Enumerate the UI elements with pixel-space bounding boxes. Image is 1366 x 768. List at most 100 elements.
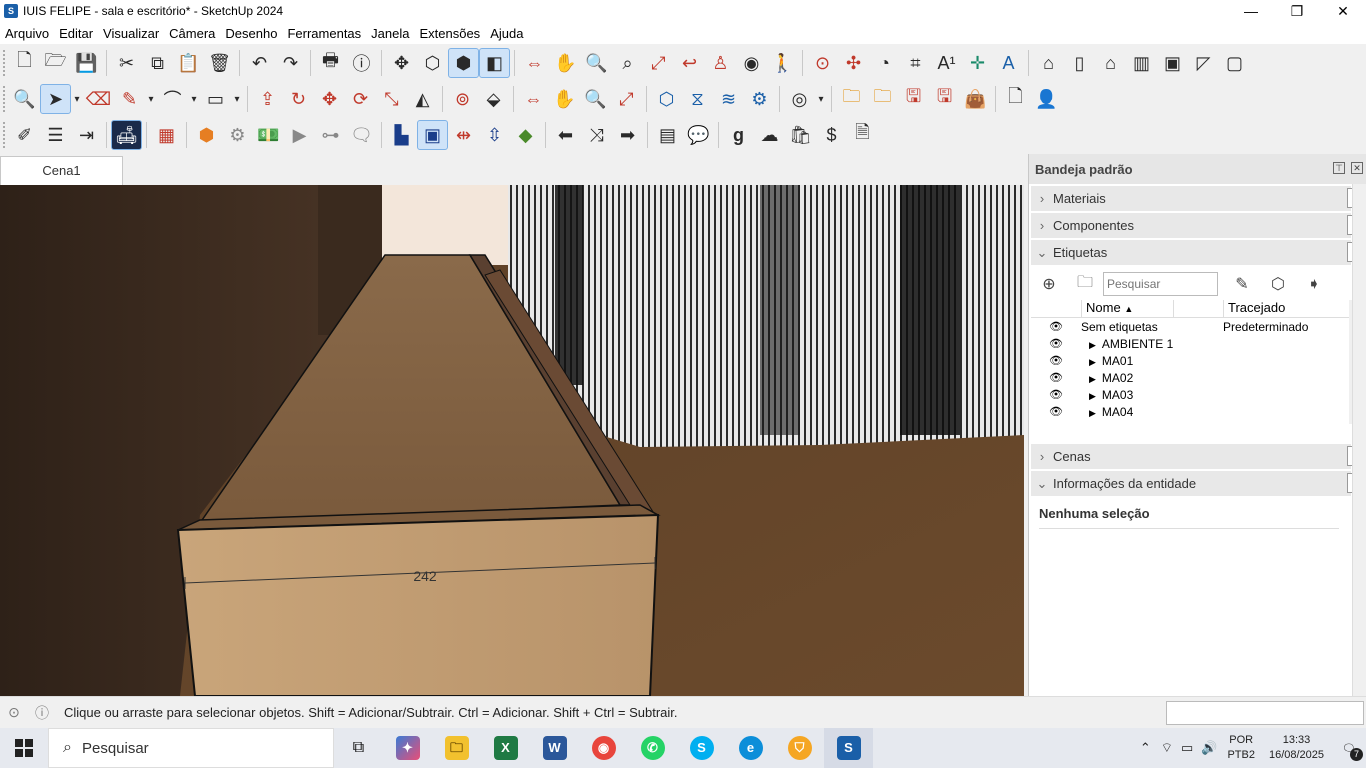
tree-diagram-icon[interactable]: ⊶	[315, 120, 346, 150]
copilot-icon[interactable]: ✦	[383, 728, 432, 768]
tag-row[interactable]: 👁 ▶ MA02	[1031, 369, 1363, 386]
rotate-icon[interactable]: ⟳	[345, 84, 376, 114]
align-center-icon[interactable]: ▣	[417, 120, 448, 150]
arc-icon[interactable]: ⌒	[157, 84, 188, 114]
outer-shell-icon[interactable]: ⬡	[651, 84, 682, 114]
panel-info-entidade[interactable]: ⌄ Informações da entidade ✕	[1031, 471, 1366, 496]
new-file-icon[interactable]: 🗋	[9, 48, 40, 78]
toolbar-grip[interactable]	[3, 122, 6, 148]
shopping-bag-icon[interactable]: 🛍	[785, 120, 816, 150]
tag-trace[interactable]: Predeterminado	[1223, 320, 1323, 334]
menu-editar[interactable]: Editar	[54, 26, 98, 41]
dollar-icon[interactable]: $	[816, 120, 847, 150]
panel-etiquetas[interactable]: ⌄ Etiquetas ✕	[1031, 240, 1366, 265]
menu-ferramentas[interactable]: Ferramentas	[282, 26, 366, 41]
tray-close-icon[interactable]: ✕	[1351, 162, 1363, 174]
geolocation-icon[interactable]: ⊙	[0, 704, 28, 721]
distribute-h-icon[interactable]: ⇹	[448, 120, 479, 150]
menu-arquivo[interactable]: Arquivo	[0, 26, 54, 41]
view-right-house-icon[interactable]: ▥	[1126, 48, 1157, 78]
copy-icon[interactable]: ⧉	[142, 48, 173, 78]
eye-icon[interactable]: 👁	[1031, 320, 1081, 333]
tag-search-input[interactable]	[1103, 272, 1218, 296]
network-icon[interactable]: ⌔	[1157, 740, 1177, 756]
align-left-icon[interactable]: ▙	[386, 120, 417, 150]
flip-icon[interactable]: ◭	[407, 84, 438, 114]
zoom-extents-icon[interactable]: ⤢	[643, 48, 674, 78]
language-indicator[interactable]: POR PTB2	[1221, 733, 1261, 763]
ext-list-icon[interactable]: ☰	[40, 120, 71, 150]
menu-extensoes[interactable]: Extensões	[414, 26, 485, 41]
menu-camera[interactable]: Câmera	[164, 26, 220, 41]
chrome-icon[interactable]: ◉	[579, 728, 628, 768]
zoom-tool-icon[interactable]: 🔍	[9, 84, 40, 114]
axes-tool-icon[interactable]: ✛	[962, 48, 993, 78]
cut-icon[interactable]: ✂	[111, 48, 142, 78]
eye-icon[interactable]: 👁	[1031, 388, 1081, 401]
front-view-icon[interactable]: ◧	[479, 48, 510, 78]
g-logo-icon[interactable]: g	[723, 120, 754, 150]
maximize-button[interactable]: ❐	[1274, 0, 1320, 22]
top-view-icon[interactable]: ⬢	[448, 48, 479, 78]
3d-text-icon[interactable]: A	[993, 48, 1024, 78]
tag-row[interactable]: 👁 ▶ MA04	[1031, 403, 1363, 420]
push-pull-icon[interactable]: ⇪	[252, 84, 283, 114]
select-arrow-icon[interactable]: ➤	[40, 84, 71, 114]
col-name-header[interactable]: Nome ▲	[1081, 300, 1173, 317]
hand-tool-icon[interactable]: ✋	[549, 84, 580, 114]
previous-view-icon[interactable]: ↩	[674, 48, 705, 78]
cloud-icon[interactable]: ☁	[754, 120, 785, 150]
furniture-sofa-icon[interactable]: 🛋	[111, 120, 142, 150]
close-button[interactable]: ✕	[1320, 0, 1366, 22]
battery-icon[interactable]: ▭	[1177, 740, 1197, 756]
add-tag-folder-icon[interactable]: 🗀	[1067, 271, 1103, 298]
tape-measure-icon[interactable]: ⊚	[447, 84, 478, 114]
color-by-tag-icon[interactable]: ⬡	[1260, 274, 1296, 294]
document-icon[interactable]: 🗎	[847, 120, 878, 150]
eraser-icon[interactable]: ⌫	[83, 84, 114, 114]
print-icon[interactable]: 🖶	[315, 48, 346, 78]
sketchup-taskbar-icon[interactable]: S	[824, 728, 873, 768]
follow-me-icon[interactable]: ↻	[283, 84, 314, 114]
volume-icon[interactable]: 🔊	[1197, 740, 1221, 756]
panel-materiais[interactable]: › Materiais ✕	[1031, 186, 1366, 211]
expand-triangle-icon[interactable]: ▶	[1081, 357, 1102, 367]
excel-icon[interactable]: X	[481, 728, 530, 768]
menu-janela[interactable]: Janela	[366, 26, 414, 41]
tag-row[interactable]: 👁 ▶ MA03	[1031, 386, 1363, 403]
menu-visualizar[interactable]: Visualizar	[98, 26, 164, 41]
orbit-icon[interactable]: ✥	[386, 48, 417, 78]
model-info-icon[interactable]: ⓘ	[346, 48, 377, 78]
zoom-tool-2-icon[interactable]: 🔍	[580, 84, 611, 114]
taskbar-search[interactable]: ⌕ Pesquisar	[48, 728, 334, 768]
panel-componentes[interactable]: › Componentes ✕	[1031, 213, 1366, 238]
extension-save-1-icon[interactable]: 🖫	[898, 84, 929, 114]
tag-row[interactable]: 👁 Sem etiquetas Predeterminado	[1031, 318, 1363, 335]
zoom-extents-2-icon[interactable]: ⤢	[611, 84, 642, 114]
vpn-shield-icon[interactable]: ⛉	[775, 728, 824, 768]
cash-icon[interactable]: 💵	[253, 120, 284, 150]
speech-yellow-icon[interactable]: 💬	[683, 120, 714, 150]
expand-triangle-icon[interactable]: ▶	[1081, 391, 1102, 401]
edge-icon[interactable]: e	[726, 728, 775, 768]
section-plane-icon[interactable]: ⊙	[807, 48, 838, 78]
eye-icon[interactable]: 👁	[1031, 371, 1081, 384]
toolbar-grip[interactable]	[3, 50, 6, 76]
measurements-box[interactable]	[1166, 701, 1364, 725]
word-icon[interactable]: W	[530, 728, 579, 768]
arc-dropdown-icon[interactable]: ▾	[188, 84, 200, 114]
walk-icon[interactable]: 🚶	[767, 48, 798, 78]
cube-color-icon[interactable]: ⬢	[191, 120, 222, 150]
union-icon[interactable]: ≋	[713, 84, 744, 114]
pencil-dropdown-icon[interactable]: ▾	[145, 84, 157, 114]
extension-bag-icon[interactable]: 👜	[960, 84, 991, 114]
axes-icon[interactable]: ✣	[838, 48, 869, 78]
whatsapp-icon[interactable]: ✆	[628, 728, 677, 768]
position-camera-icon[interactable]: ♙	[705, 48, 736, 78]
brick-wall-icon[interactable]: ▦	[151, 120, 182, 150]
ext-arrow-icon[interactable]: ⇥	[71, 120, 102, 150]
ext-pen-icon[interactable]: ✐	[9, 120, 40, 150]
rect-dropdown-icon[interactable]: ▾	[231, 84, 243, 114]
menu-ajuda[interactable]: Ajuda	[485, 26, 528, 41]
paste-icon[interactable]: 📋	[173, 48, 204, 78]
